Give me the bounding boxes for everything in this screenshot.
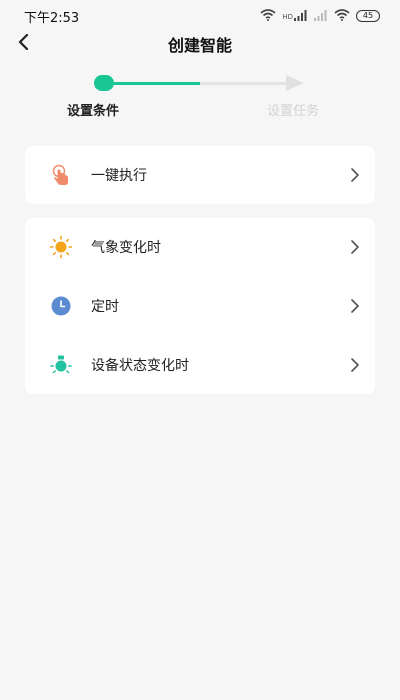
step-line-pending [200,82,288,85]
chevron-right-icon [349,296,361,316]
status-icons: HD 45 [260,6,380,25]
device-icon [49,353,73,377]
step-current-dot [94,75,114,91]
sun-icon [49,235,73,259]
stepper: 设置条件 设置任务 [0,70,400,120]
step-line-complete [112,82,200,85]
chevron-right-icon [349,165,361,185]
condition-item-one-tap[interactable]: 一键执行 [25,146,375,204]
wifi-icon [334,6,350,25]
hd-label: HD [282,13,293,21]
signal-weak-icon [314,6,328,25]
battery-icon: 45 [356,9,380,22]
chevron-right-icon [349,237,361,257]
signal-icon: HD [282,10,308,21]
manual-trigger-card: 一键执行 [25,146,375,204]
step-label-conditions: 设置条件 [67,104,120,119]
tap-hand-icon [49,163,73,187]
condition-item-device-state[interactable]: 设备状态变化时 [25,336,375,394]
step-label-tasks: 设置任务 [267,104,320,119]
page-title: 创建智能 [167,36,232,55]
chevron-right-icon [349,355,361,375]
condition-label: 一键执行 [91,168,147,184]
status-time: 下午2:53 [24,11,80,26]
step-arrow-icon [286,75,304,91]
status-bar: 下午2:53 HD 45 [0,0,400,28]
condition-item-weather[interactable]: 气象变化时 [25,218,375,276]
condition-label: 气象变化时 [91,240,161,256]
condition-item-schedule[interactable]: 定时 [25,277,375,335]
condition-label: 设备状态变化时 [91,358,189,374]
auto-trigger-card: 气象变化时 定时 设备状态变化时 [25,218,375,394]
clock-icon [49,294,73,318]
nav-bar: 创建智能 [0,28,400,56]
wifi-icon [260,6,276,25]
battery-level: 45 [362,10,374,20]
condition-label: 定时 [91,299,119,315]
